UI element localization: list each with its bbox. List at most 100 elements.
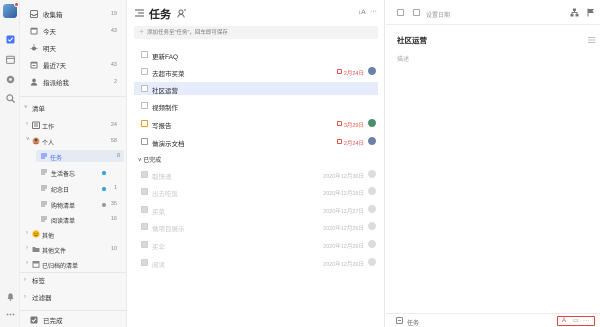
task-checkbox-checked[interactable] xyxy=(141,241,148,248)
task-due-date: 2月24日 xyxy=(343,140,364,147)
folder-icon xyxy=(32,245,40,253)
sidebar-item-inbox[interactable]: 收集箱 19 xyxy=(20,8,127,20)
sidebar-item-life-memo[interactable]: 生活备忘 xyxy=(20,166,127,178)
sidebar-item-anniversary[interactable]: 纪念日 1 xyxy=(20,182,127,194)
task-checkbox[interactable] xyxy=(141,51,148,58)
task-title: 做演示文档 xyxy=(152,141,185,148)
detail-checkbox[interactable] xyxy=(397,9,404,16)
task-row-selected[interactable]: 社区运营 xyxy=(134,82,378,95)
completed-task-row[interactable]: 买菜 2020年12月27日 xyxy=(134,203,378,216)
list-group-work[interactable]: › 工作 24 xyxy=(20,119,127,131)
set-date-button[interactable]: 设置日期 xyxy=(426,10,450,19)
list-group-personal[interactable]: ˅ 个人 58 xyxy=(20,135,127,147)
task-checkbox[interactable] xyxy=(141,138,148,145)
sidebar-item-next-7-days[interactable]: 最近7天 43 xyxy=(20,59,127,71)
task-row[interactable]: 去超市买菜 2月24日 xyxy=(134,65,378,78)
sidebar-item-count: 8 xyxy=(116,153,120,159)
footer-list-name[interactable]: 任务 xyxy=(407,318,419,327)
more-icon[interactable] xyxy=(5,309,15,319)
person-icon xyxy=(30,78,38,86)
task-checkbox-checked[interactable] xyxy=(141,259,148,266)
menu-toggle-icon[interactable] xyxy=(135,9,144,19)
assignee-avatar xyxy=(368,187,376,195)
tags-section[interactable]: › 标签 xyxy=(20,274,127,286)
lists-header[interactable]: ˅ 清单 xyxy=(20,102,127,114)
task-checkbox-checked[interactable] xyxy=(141,223,148,230)
task-detail-title[interactable]: 社区运营 xyxy=(397,35,427,46)
completed-section-header[interactable]: ˅ 已完成 xyxy=(138,155,161,164)
list-group-label: 其他 xyxy=(42,233,55,240)
share-member-icon[interactable] xyxy=(177,9,186,20)
assignee-avatar xyxy=(368,170,376,178)
sidebar-item-today[interactable]: 今天 43 xyxy=(20,25,127,37)
completed-task-row[interactable]: 做项目展示 2020年12月26日 xyxy=(134,220,378,233)
personal-emoji-icon xyxy=(32,137,40,145)
sidebar-item-archived-lists[interactable]: › 已归档的清单 xyxy=(20,258,127,270)
list-group-other[interactable]: › 其他 xyxy=(20,228,127,240)
chevron-right-icon: › xyxy=(26,230,28,236)
task-due-date: 3月29日 xyxy=(343,122,364,129)
sidebar-item-tomorrow[interactable]: 明天 xyxy=(20,42,127,54)
sidebar-item-label: 其他文件 xyxy=(42,248,67,255)
completed-task-row[interactable]: 买伞 2020年12月26日 xyxy=(134,238,378,251)
flag-icon[interactable] xyxy=(587,8,595,19)
more-options-icon[interactable]: ··· xyxy=(370,8,377,15)
task-checkbox-checked[interactable] xyxy=(141,206,148,213)
task-completed-date: 2020年12月30日 xyxy=(323,173,364,180)
filters-section[interactable]: › 过滤器 xyxy=(20,291,127,303)
task-row[interactable]: 写报告 3月29日 xyxy=(134,117,378,130)
completed-task-row[interactable]: 阅读 2020年12月26日 xyxy=(134,256,378,269)
task-checkbox-checked[interactable] xyxy=(141,171,148,178)
task-title: 阅读 xyxy=(152,262,165,269)
add-task-input[interactable] xyxy=(147,28,367,37)
sidebar-item-label: 任务 xyxy=(50,155,63,162)
sidebar-item-other-files[interactable]: › 其他文件 10 xyxy=(20,243,127,255)
avatar[interactable] xyxy=(3,2,19,18)
pomodoro-icon[interactable] xyxy=(5,74,15,84)
sun-icon xyxy=(30,44,38,52)
calendar-icon[interactable] xyxy=(413,9,420,16)
completed-task-row[interactable]: 取快递 2020年12月30日 xyxy=(134,168,378,181)
assignee-avatar xyxy=(368,258,376,266)
task-checkbox-checked[interactable] xyxy=(141,188,148,195)
list-group-count: 58 xyxy=(110,138,117,144)
task-row[interactable]: 做演示文档 2月24日 xyxy=(134,135,378,148)
task-checkbox[interactable] xyxy=(141,68,148,75)
task-completed-date: 2020年12月27日 xyxy=(323,208,364,215)
sort-icon[interactable]: ↕A xyxy=(358,9,366,16)
task-completed-date: 2020年12月28日 xyxy=(323,190,364,197)
sidebar-item-label: 指派给我 xyxy=(43,80,69,87)
sidebar-item-label: 今天 xyxy=(43,29,56,36)
task-checkbox[interactable] xyxy=(141,85,148,92)
page-title: 任务 xyxy=(149,9,171,21)
sidebar-item-assigned-to-me[interactable]: 指派给我 2 xyxy=(20,76,127,88)
add-task-bar[interactable]: + xyxy=(134,26,378,39)
description-field[interactable]: 描述 xyxy=(397,54,409,63)
task-checkbox[interactable] xyxy=(141,120,148,127)
task-row[interactable]: 视频制作 xyxy=(134,99,378,112)
color-dot xyxy=(102,203,106,207)
color-dot xyxy=(102,171,106,175)
task-checkbox[interactable] xyxy=(141,102,148,109)
more-options-icon[interactable]: ··· xyxy=(583,317,590,324)
image-icon[interactable]: ▭ xyxy=(573,317,579,324)
task-checkbox-icon[interactable] xyxy=(5,34,15,44)
sidebar-item-reading-list[interactable]: 阅读清单 16 xyxy=(20,213,127,225)
sidebar-item-completed[interactable]: 已完成 xyxy=(20,314,127,326)
sidebar-item-label: 阅读清单 xyxy=(51,218,76,225)
completed-task-row[interactable]: 出去吃饭 2020年12月28日 xyxy=(134,185,378,198)
sidebar-item-tasks[interactable]: 任务 8 xyxy=(36,150,124,162)
assignee-avatar xyxy=(368,67,376,75)
sidebar-item-count: 2 xyxy=(113,79,117,85)
task-detail-panel: 设置日期 社区运营 描述 任务 A ▭ ··· xyxy=(386,0,600,327)
task-row[interactable]: 更新FAQ xyxy=(134,48,378,61)
sidebar-item-shopping-list[interactable]: 购物清单 35 xyxy=(20,198,127,210)
list-icon xyxy=(40,215,48,223)
sidebar-item-label: 明天 xyxy=(43,46,56,53)
calendar-icon[interactable] xyxy=(5,54,15,64)
bell-icon[interactable] xyxy=(5,291,15,301)
search-icon[interactable] xyxy=(5,93,15,103)
text-style-icon[interactable]: A xyxy=(562,318,566,324)
hierarchy-icon[interactable] xyxy=(570,8,579,19)
text-format-icon[interactable] xyxy=(588,37,595,45)
